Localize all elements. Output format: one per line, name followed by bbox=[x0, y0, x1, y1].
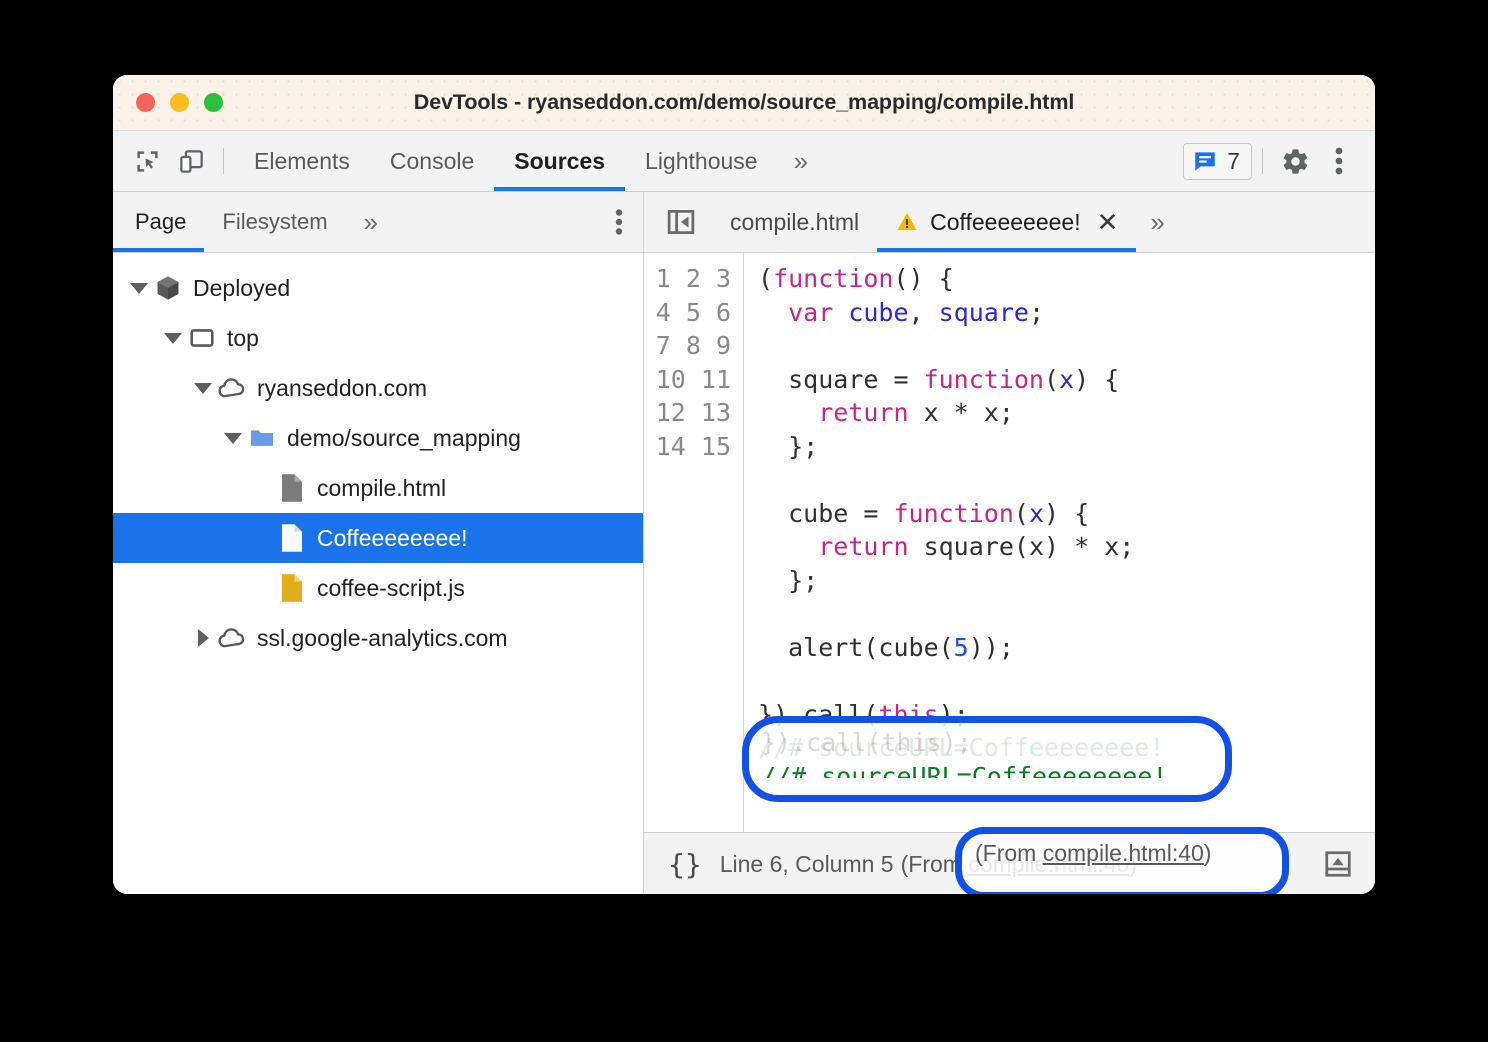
tree-item-label: compile.html bbox=[315, 475, 446, 502]
nav-tab-page-label: Page bbox=[135, 209, 186, 235]
tree-item-demo-source-mapping[interactable]: demo/source_mapping bbox=[113, 413, 643, 463]
maximize-window-button[interactable] bbox=[204, 93, 223, 112]
document-gray-icon bbox=[275, 473, 309, 503]
cloud-icon bbox=[215, 373, 249, 403]
tree-item-label: top bbox=[225, 325, 259, 352]
editor-tab-bar: compile.html Coffeeeeeeee! ✕ bbox=[644, 192, 1375, 253]
editor-more-tabs-chevron-icon[interactable]: » bbox=[1136, 192, 1178, 252]
twisty-down-icon[interactable] bbox=[191, 383, 215, 394]
close-tab-icon[interactable]: ✕ bbox=[1097, 209, 1119, 235]
window-title-bar: DevTools - ryanseddon.com/demo/source_ma… bbox=[113, 75, 1375, 131]
twisty-down-icon[interactable] bbox=[127, 283, 151, 294]
pretty-print-button[interactable]: {} bbox=[644, 848, 720, 881]
frame-icon bbox=[185, 325, 219, 351]
source-origin-link[interactable]: compile.html:40 bbox=[968, 851, 1129, 877]
tree-item-label: Deployed bbox=[191, 275, 290, 302]
script-yellow-icon bbox=[275, 573, 309, 603]
tree-item-ryanseddon-com[interactable]: ryanseddon.com bbox=[113, 363, 643, 413]
warning-triangle-icon bbox=[895, 210, 919, 234]
twisty-right-icon[interactable] bbox=[191, 629, 215, 647]
twisty-down-icon[interactable] bbox=[221, 433, 245, 444]
tree-item-label: coffee-script.js bbox=[315, 575, 465, 602]
editor-tab-coffee[interactable]: Coffeeeeeeee! ✕ bbox=[877, 192, 1136, 252]
toolbar-divider-2 bbox=[1262, 148, 1263, 174]
navigator-pane: Page Filesystem » bbox=[113, 192, 644, 894]
editor-pane: compile.html Coffeeeeeeee! ✕ bbox=[644, 192, 1375, 894]
tree-item-label: demo/source_mapping bbox=[285, 425, 521, 452]
tab-elements[interactable]: Elements bbox=[234, 131, 370, 191]
device-toolbar-icon[interactable] bbox=[169, 139, 213, 183]
toolbar-right-group: 7 bbox=[1183, 139, 1375, 183]
panel-tab-list: Elements Console Sources Lighthouse bbox=[234, 131, 778, 191]
minimize-window-button[interactable] bbox=[170, 93, 189, 112]
twisty-down-icon[interactable] bbox=[161, 333, 185, 344]
tree-item-coffee-script-js[interactable]: coffee-script.js bbox=[113, 563, 643, 613]
code-editor[interactable]: 1 2 3 4 5 6 7 8 9 10 11 12 13 14 15 (fun… bbox=[644, 253, 1375, 832]
more-panels-glyph: » bbox=[794, 146, 808, 177]
tree-item-label: ryanseddon.com bbox=[255, 375, 427, 402]
nav-tab-filesystem-label: Filesystem bbox=[222, 209, 327, 235]
nav-tab-filesystem[interactable]: Filesystem bbox=[204, 192, 345, 252]
show-drawer-icon[interactable] bbox=[1323, 849, 1375, 879]
tab-elements-label: Elements bbox=[254, 148, 350, 175]
tab-sources-label: Sources bbox=[514, 148, 605, 175]
format-braces-icon: {} bbox=[668, 848, 702, 881]
file-tree[interactable]: Deployed top bbox=[113, 253, 643, 894]
editor-tab-label: compile.html bbox=[730, 209, 859, 236]
cursor-position-status: Line 6, Column 5 bbox=[720, 851, 894, 878]
collapse-sidebar-icon[interactable] bbox=[644, 192, 712, 252]
editor-status-bar: {} Line 6, Column 5 (From compile.html:4… bbox=[644, 832, 1375, 894]
editor-more-glyph: » bbox=[1150, 207, 1164, 238]
navigator-kebab-menu-icon[interactable] bbox=[615, 192, 643, 252]
source-origin-status: (From compile.html:40) bbox=[901, 851, 1137, 878]
kebab-menu-icon[interactable] bbox=[1317, 139, 1361, 183]
line-numbers: 1 2 3 4 5 6 7 8 9 10 11 12 13 14 15 bbox=[656, 264, 731, 461]
package-icon bbox=[151, 274, 185, 302]
nav-tab-page[interactable]: Page bbox=[113, 192, 204, 252]
gear-icon[interactable] bbox=[1273, 139, 1317, 183]
tab-lighthouse-label: Lighthouse bbox=[645, 148, 758, 175]
from-suffix: ) bbox=[1129, 851, 1137, 877]
nav-more-tabs-chevron-icon[interactable]: » bbox=[346, 192, 396, 252]
document-white-icon bbox=[275, 523, 309, 553]
tab-console[interactable]: Console bbox=[370, 131, 494, 191]
from-prefix: (From bbox=[901, 851, 969, 877]
screenshot-canvas: DevTools - ryanseddon.com/demo/source_ma… bbox=[0, 0, 1488, 1042]
editor-tab-compile-html[interactable]: compile.html bbox=[712, 192, 877, 252]
tree-item-coffee-selected[interactable]: Coffeeeeeeee! bbox=[113, 513, 643, 563]
devtools-main-toolbar: Elements Console Sources Lighthouse » bbox=[113, 131, 1375, 192]
cloud-icon bbox=[215, 623, 249, 653]
window-controls[interactable] bbox=[136, 93, 223, 112]
toolbar-divider bbox=[223, 148, 224, 174]
message-count: 7 bbox=[1227, 148, 1240, 175]
more-panels-chevron-icon[interactable]: » bbox=[778, 146, 824, 177]
sources-panel-content: Page Filesystem » bbox=[113, 192, 1375, 894]
inspect-element-icon[interactable] bbox=[125, 139, 169, 183]
message-bubble-icon bbox=[1192, 148, 1218, 174]
tab-lighthouse[interactable]: Lighthouse bbox=[625, 131, 778, 191]
editor-tab-label: Coffeeeeeeee! bbox=[930, 209, 1081, 236]
line-number-gutter: 1 2 3 4 5 6 7 8 9 10 11 12 13 14 15 bbox=[644, 253, 744, 832]
tab-console-label: Console bbox=[390, 148, 474, 175]
tab-sources[interactable]: Sources bbox=[494, 131, 625, 191]
tree-item-deployed[interactable]: Deployed bbox=[113, 263, 643, 313]
navigator-tab-bar: Page Filesystem » bbox=[113, 192, 643, 253]
tree-item-top[interactable]: top bbox=[113, 313, 643, 363]
tree-item-label: ssl.google-analytics.com bbox=[255, 625, 508, 652]
window-title: DevTools - ryanseddon.com/demo/source_ma… bbox=[113, 90, 1375, 115]
console-message-badge[interactable]: 7 bbox=[1183, 143, 1252, 180]
tree-item-compile-html[interactable]: compile.html bbox=[113, 463, 643, 513]
tree-item-label: Coffeeeeeeee! bbox=[315, 525, 468, 552]
devtools-window: DevTools - ryanseddon.com/demo/source_ma… bbox=[113, 75, 1375, 894]
nav-more-glyph: » bbox=[364, 207, 378, 238]
tree-item-ssl-google-analytics[interactable]: ssl.google-analytics.com bbox=[113, 613, 643, 663]
folder-icon bbox=[245, 424, 279, 452]
close-window-button[interactable] bbox=[136, 93, 155, 112]
code-content[interactable]: (function() { var cube, square; square =… bbox=[744, 253, 1375, 832]
